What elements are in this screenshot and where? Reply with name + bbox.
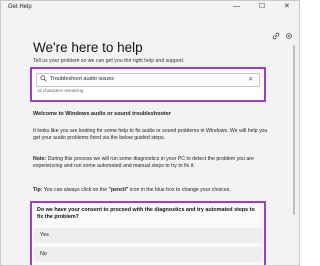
tip-text-post: icon in the blue box to change your choi… (128, 187, 231, 193)
consent-question: Do we have your consent to proceed with … (37, 207, 255, 220)
character-counter: 15 characters remaining (37, 88, 84, 93)
link-icon[interactable] (272, 32, 280, 40)
yes-option-button[interactable]: Yes (34, 228, 262, 243)
page-subtitle: Tell us your problem so we can get you t… (33, 58, 185, 64)
note-text: During this process we will run some dia… (33, 156, 254, 169)
tip-label: Tip: (33, 187, 43, 193)
search-icon (40, 75, 47, 84)
tip-text-bold: "pencil" (108, 187, 129, 193)
search-box: Troubleshoot audio issues ✕ 15 character… (30, 67, 266, 102)
no-option-button[interactable]: No (34, 247, 262, 262)
search-input-value: Troubleshoot audio issues (50, 76, 115, 82)
page-title: We're here to help (33, 40, 143, 55)
title-bar: Get Help — ☐ ✕ (1, 1, 299, 15)
gear-icon[interactable] (285, 32, 293, 40)
clear-icon[interactable]: ✕ (248, 75, 253, 83)
main-content: We're here to help Tell us your problem … (1, 15, 299, 265)
minimize-button[interactable]: — (233, 2, 240, 12)
note-label: Note: (33, 156, 47, 162)
search-input[interactable]: Troubleshoot audio issues ✕ (36, 73, 260, 87)
scrollbar[interactable] (293, 45, 295, 215)
tip-text-pre: You can always click on the (43, 187, 109, 193)
section-title: Welcome to Windows audio or sound troubl… (33, 111, 171, 117)
no-option-label: No (40, 251, 47, 257)
close-button[interactable]: ✕ (284, 2, 290, 12)
window-title: Get Help (8, 4, 32, 10)
consent-question-card: Do we have your consent to proceed with … (30, 201, 266, 265)
maximize-button[interactable]: ☐ (259, 2, 265, 12)
note-paragraph: Note: During this process we will run so… (33, 156, 269, 170)
get-help-window: Get Help — ☐ ✕ We're here to help Tell u… (0, 0, 300, 266)
tip-paragraph: Tip: You can always click on the "pencil… (33, 187, 269, 194)
intro-paragraph: It looks like you are looking for some h… (33, 128, 268, 141)
yes-option-label: Yes (40, 232, 49, 238)
